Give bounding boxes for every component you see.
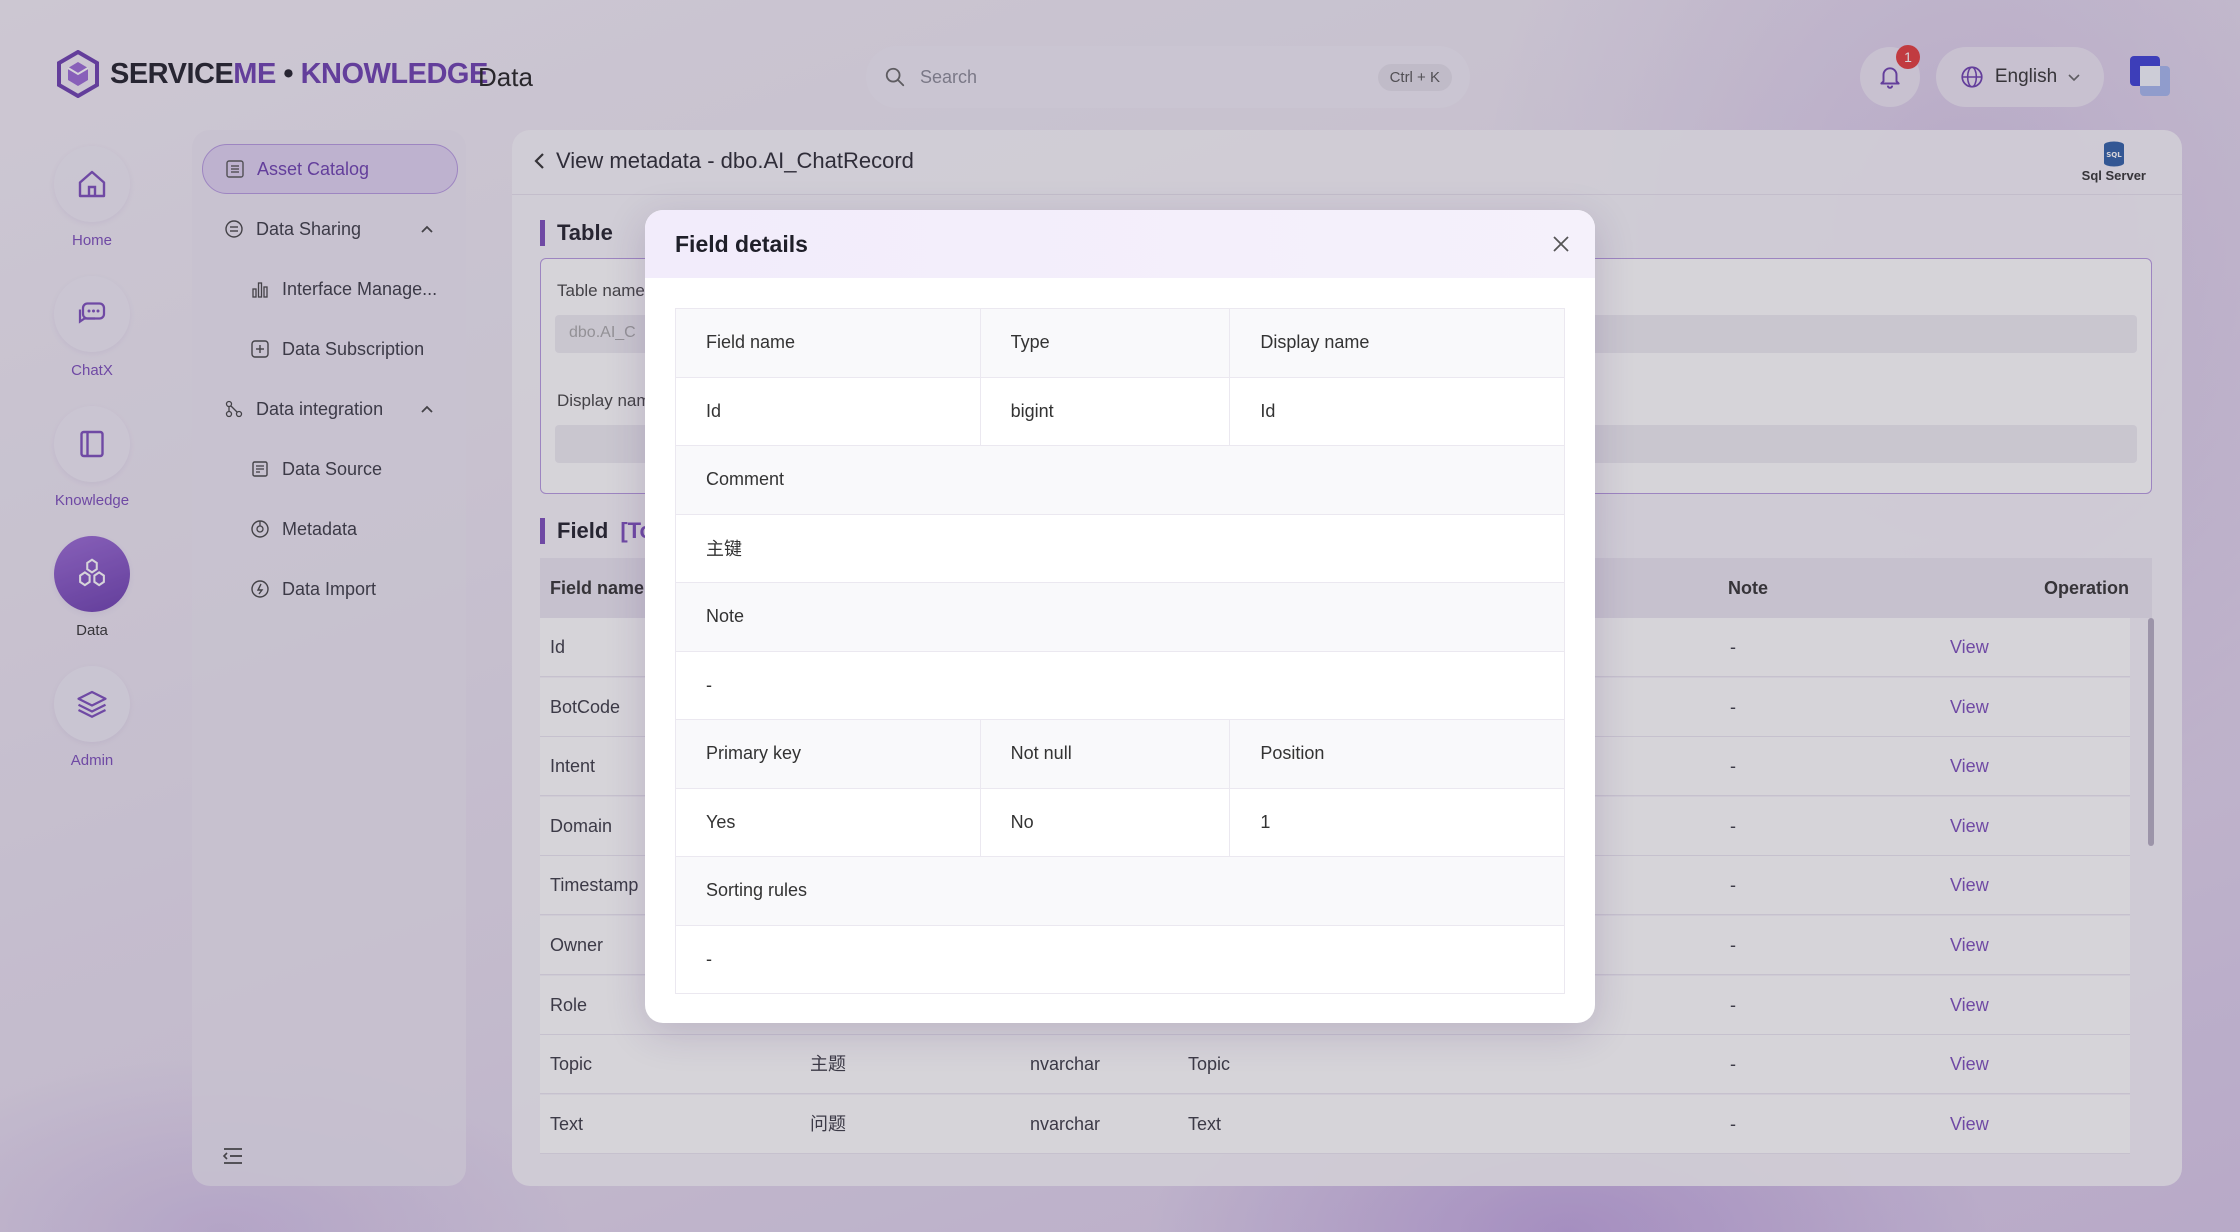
- detail-label-row: Primary key Not null Position: [675, 719, 1565, 789]
- detail-value-row: 主键: [675, 513, 1565, 583]
- field-details-table: Field name Type Display name Id bigint I…: [675, 308, 1565, 994]
- value-primary-key: Yes: [675, 787, 981, 857]
- value-sorting-rules: -: [675, 924, 1565, 994]
- label-position: Position: [1229, 719, 1565, 789]
- detail-label-row: Note: [675, 582, 1565, 652]
- detail-value-row: -: [675, 650, 1565, 720]
- label-display-name: Display name: [1229, 308, 1565, 378]
- value-field-name: Id: [675, 376, 981, 446]
- label-type: Type: [979, 308, 1231, 378]
- modal-header: Field details: [645, 210, 1595, 278]
- detail-label-row: Field name Type Display name: [675, 308, 1565, 378]
- detail-label-row: Sorting rules: [675, 856, 1565, 926]
- value-comment: 主键: [675, 513, 1565, 583]
- modal-title: Field details: [675, 230, 808, 257]
- detail-value-row: -: [675, 924, 1565, 994]
- detail-value-row: Id bigint Id: [675, 376, 1565, 446]
- detail-value-row: Yes No 1: [675, 787, 1565, 857]
- label-note: Note: [675, 582, 1565, 652]
- label-field-name: Field name: [675, 308, 981, 378]
- value-type: bigint: [979, 376, 1231, 446]
- value-not-null: No: [979, 787, 1231, 857]
- close-icon[interactable]: [1549, 232, 1573, 256]
- label-primary-key: Primary key: [675, 719, 981, 789]
- label-comment: Comment: [675, 445, 1565, 515]
- label-sorting-rules: Sorting rules: [675, 856, 1565, 926]
- label-not-null: Not null: [979, 719, 1231, 789]
- detail-label-row: Comment: [675, 445, 1565, 515]
- field-details-modal: Field details Field name Type Display na…: [645, 210, 1595, 1023]
- value-note: -: [675, 650, 1565, 720]
- value-position: 1: [1229, 787, 1565, 857]
- value-display-name: Id: [1229, 376, 1565, 446]
